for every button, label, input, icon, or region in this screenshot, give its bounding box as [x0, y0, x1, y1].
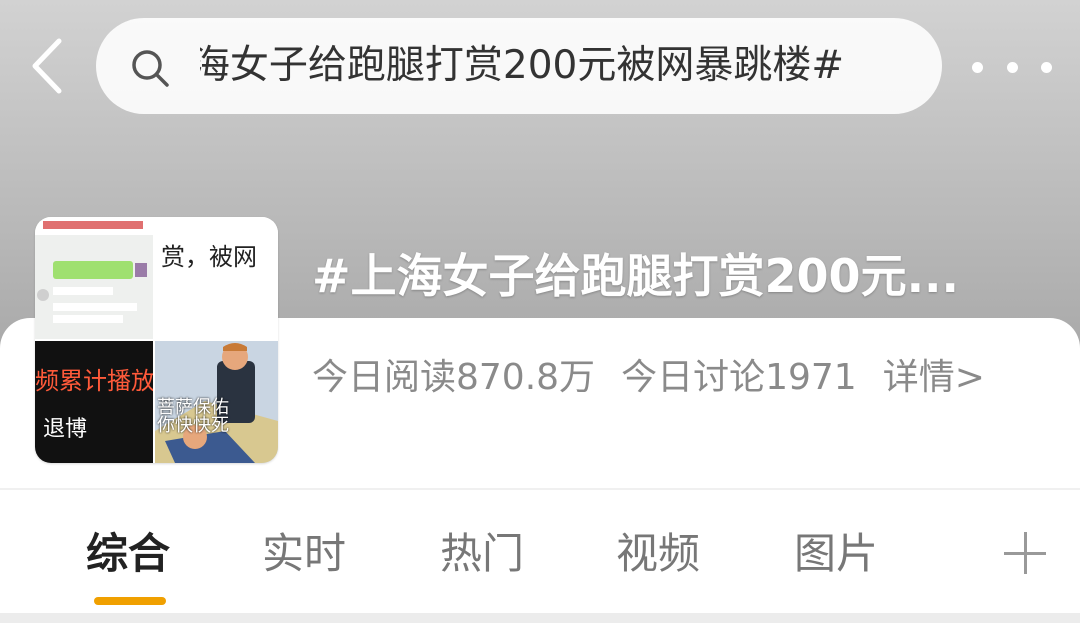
more-dots-icon	[972, 61, 983, 73]
tab-bar: 综合 实时 热门 视频 图片	[0, 520, 1080, 590]
thumbnail-text: 菩萨保佑 你快快死	[157, 399, 229, 435]
more-button[interactable]	[972, 52, 1052, 82]
search-icon	[132, 50, 169, 87]
topic-title: #上海女子给跑腿打赏200元...	[312, 249, 959, 303]
thumbnail-panel-cartoon: 菩萨保佑 你快快死	[155, 341, 278, 463]
tab-images[interactable]: 图片	[794, 520, 878, 581]
search-query-text: 上海女子给跑腿打赏200元被网暴跳楼#	[200, 43, 844, 88]
details-link[interactable]: 详情>	[883, 348, 985, 400]
thumbnail-text: 赏，被网	[161, 243, 257, 271]
thumbnail-panel-chat	[35, 217, 153, 339]
search-bar[interactable]: 上海女子给跑腿打赏200元被网暴跳楼#	[96, 18, 942, 114]
bottom-strip	[0, 613, 1080, 623]
active-tab-indicator	[94, 597, 166, 605]
more-dots-icon	[1006, 61, 1018, 73]
topic-thumbnail[interactable]: 赏，被网 频累计播放量 退博 菩萨保佑 你快快死	[35, 217, 278, 463]
plus-icon[interactable]	[1004, 532, 1046, 574]
tab-realtime[interactable]: 实时	[262, 520, 346, 581]
back-arrow-icon	[32, 38, 62, 94]
search-query[interactable]: 上海女子给跑腿打赏200元被网暴跳楼#	[200, 40, 942, 92]
more-dots-icon	[1041, 61, 1052, 73]
thumbnail-panel-dark: 频累计播放量 退博	[35, 341, 153, 463]
thumbnail-text: 退博	[43, 417, 88, 442]
thumbnail-panel-text: 赏，被网	[155, 217, 278, 339]
thumbnail-text: 频累计播放量	[35, 367, 153, 395]
divider	[0, 488, 1080, 490]
tab-comprehensive[interactable]: 综合	[86, 520, 170, 581]
tab-video[interactable]: 视频	[616, 520, 700, 581]
thumbnail-text-line: 你快快死	[157, 415, 229, 436]
tab-hot[interactable]: 热门	[440, 520, 524, 581]
reads-today: 今日阅读870.8万	[312, 357, 596, 398]
back-button[interactable]	[24, 36, 68, 96]
topic-stats: 今日阅读870.8万 今日讨论1971 详情>	[312, 348, 985, 400]
discussions-today: 今日讨论1971	[621, 357, 857, 398]
